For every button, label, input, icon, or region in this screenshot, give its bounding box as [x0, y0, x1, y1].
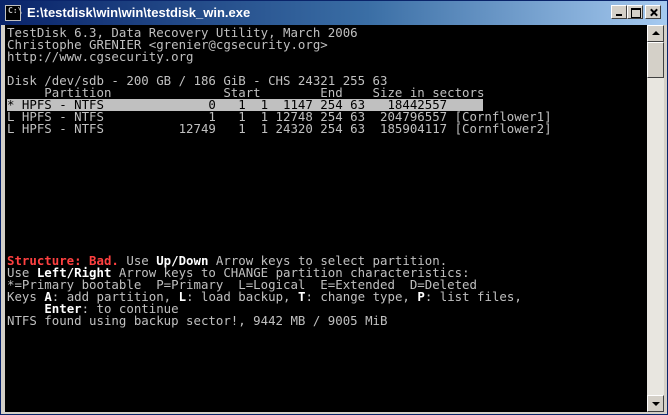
window-title: E:\testdisk\win\win\testdisk_win.exe — [27, 5, 251, 20]
vertical-scrollbar[interactable] — [647, 25, 664, 412]
console-output[interactable]: TestDisk 6.3, Data Recovery Utility, Mar… — [5, 25, 647, 412]
key-l-label: L — [178, 289, 187, 304]
ntfs-found-message: NTFS found using backup sector!, 9442 MB… — [7, 313, 388, 328]
close-button[interactable] — [645, 5, 661, 19]
console-window: C:\ E:\testdisk\win\win\testdisk_win.exe… — [0, 0, 668, 415]
status-text: : change type, — [305, 289, 418, 304]
header-line-url: http://www.cgsecurity.org — [7, 49, 194, 64]
scroll-thumb[interactable] — [647, 42, 664, 78]
partition-row[interactable]: L HPFS - NTFS 12749 1 1 24320 254 63 185… — [7, 122, 552, 135]
title-bar[interactable]: C:\ E:\testdisk\win\win\testdisk_win.exe — [1, 1, 667, 25]
console-icon-label: C:\ — [8, 6, 23, 15]
maximize-button[interactable] — [627, 5, 643, 19]
key-p-label: P — [417, 289, 425, 304]
minimize-button[interactable] — [611, 5, 627, 19]
status-text: : list files, — [424, 289, 522, 304]
console-app-icon[interactable]: C:\ — [5, 5, 23, 21]
scroll-up-button[interactable] — [647, 25, 664, 42]
scroll-down-button[interactable] — [647, 395, 664, 412]
status-text: : load backup, — [186, 289, 298, 304]
